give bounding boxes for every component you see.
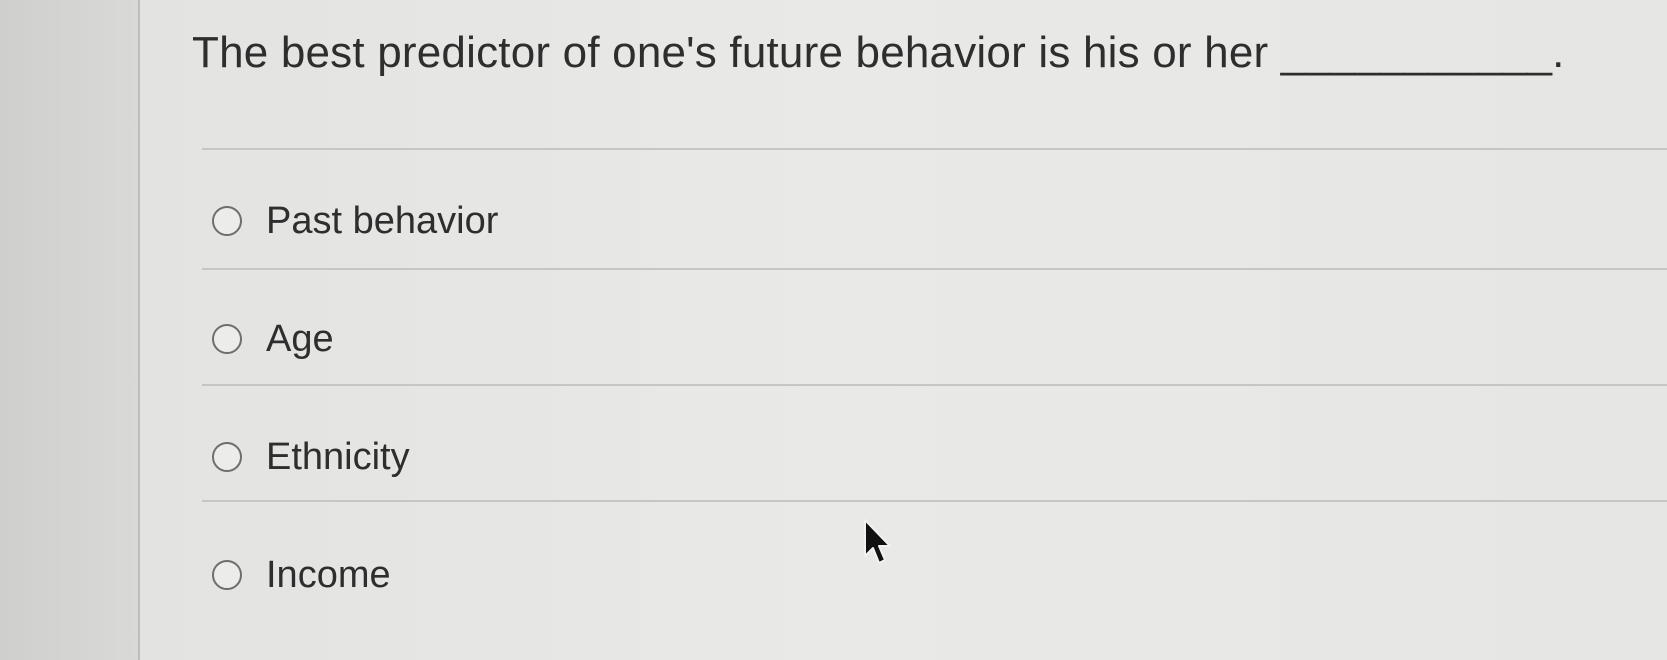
option-past-behavior[interactable]: Past behavior: [212, 198, 498, 244]
divider: [202, 148, 1667, 150]
radio-button[interactable]: [212, 324, 242, 354]
option-ethnicity[interactable]: Ethnicity: [212, 434, 410, 480]
question-text: The best predictor of one's future behav…: [192, 28, 1565, 77]
option-age[interactable]: Age: [212, 316, 334, 362]
divider: [202, 268, 1667, 270]
option-label: Age: [266, 317, 334, 360]
left-gutter: [0, 0, 140, 660]
divider: [202, 500, 1667, 502]
divider: [202, 384, 1667, 386]
option-label: Income: [266, 553, 391, 596]
option-label: Past behavior: [266, 199, 499, 242]
option-label: Ethnicity: [266, 435, 410, 478]
mouse-pointer-icon: [864, 519, 891, 564]
option-income[interactable]: Income: [212, 552, 391, 598]
question-panel: The best predictor of one's future behav…: [140, 0, 1667, 660]
radio-button[interactable]: [212, 560, 242, 590]
radio-button[interactable]: [212, 206, 242, 236]
radio-button[interactable]: [212, 442, 242, 472]
